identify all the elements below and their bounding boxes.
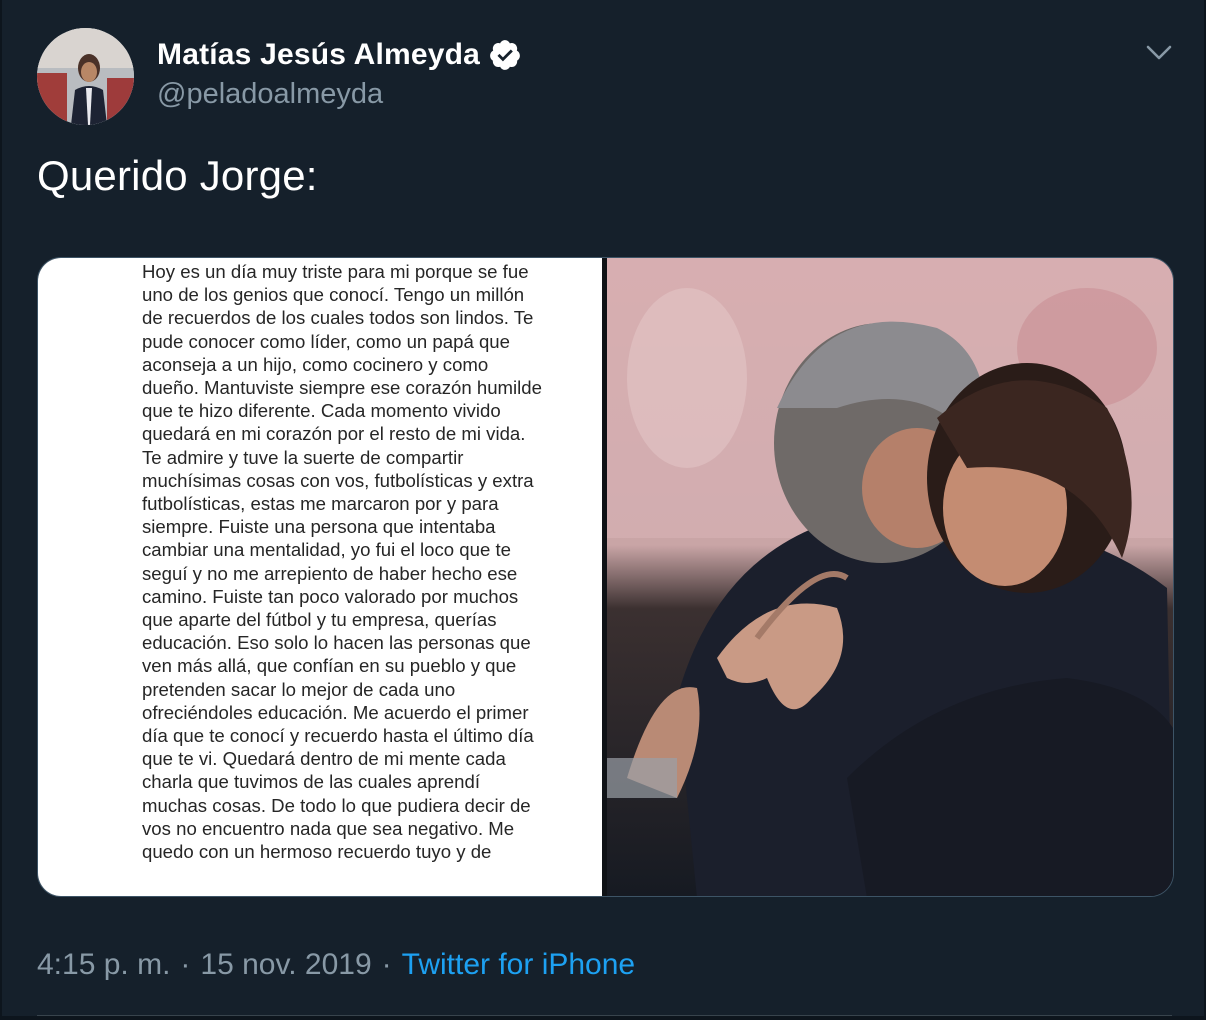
window-edge-left (0, 0, 2, 1020)
tweet-time[interactable]: 4:15 p. m. (37, 948, 170, 982)
author-handle[interactable]: @peladoalmeyda (157, 78, 383, 111)
letter-text: Hoy es un día muy triste para mi porque … (142, 261, 542, 863)
tweet-media[interactable]: Hoy es un día muy triste para mi porque … (37, 257, 1174, 897)
tweet-date[interactable]: 15 nov. 2019 (200, 948, 371, 982)
chevron-down-icon[interactable] (1144, 40, 1174, 66)
meta-separator: · (180, 948, 191, 981)
tweet-text: Querido Jorge: (37, 152, 318, 199)
tweet-meta: 4:15 p. m. · 15 nov. 2019 · Twitter for … (37, 948, 635, 982)
profile-photo-icon (37, 28, 134, 125)
window-edge-bottom (0, 1016, 1206, 1020)
meta-separator-2: · (381, 948, 392, 981)
tweet-source-link[interactable]: Twitter for iPhone (402, 948, 635, 982)
author-avatar[interactable] (37, 28, 134, 125)
embrace-photo-icon (607, 258, 1173, 896)
verified-badge-icon (490, 40, 520, 70)
author-display-name[interactable]: Matías Jesús Almeyda (157, 38, 480, 72)
letter-image[interactable]: Hoy es un día muy triste para mi porque … (38, 258, 602, 896)
embrace-photo[interactable] (607, 258, 1173, 896)
author-name-row: Matías Jesús Almeyda (157, 38, 522, 72)
